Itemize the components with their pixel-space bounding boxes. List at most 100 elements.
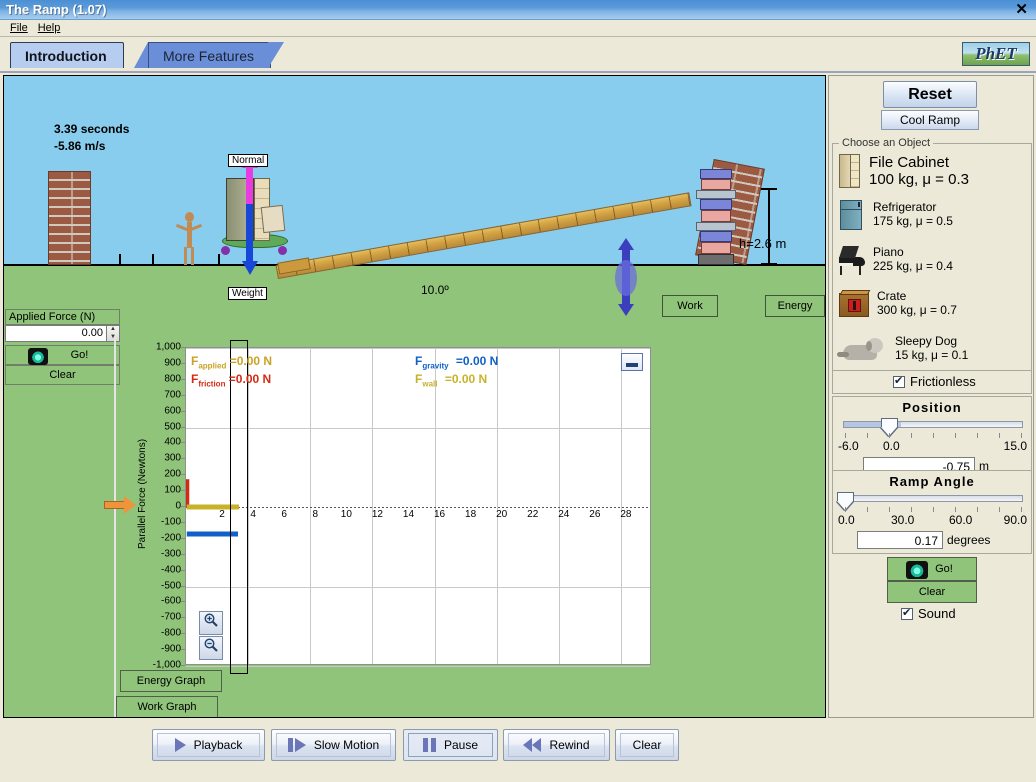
object-name: Refrigerator	[873, 200, 937, 215]
y-tick-label: 100	[164, 484, 181, 496]
y-tick-label: -900	[160, 643, 181, 655]
menu-item-file[interactable]: File	[10, 22, 28, 34]
panel-go-button[interactable]: Go!	[887, 557, 977, 581]
energy-button[interactable]: Energy	[765, 295, 825, 317]
dog-icon	[837, 333, 889, 365]
position-max-label: 15.0	[1003, 439, 1027, 453]
crate-icon	[837, 288, 871, 320]
playback-bar: Playback Slow Motion Pause Rewind Clear	[0, 722, 1036, 782]
control-panel: Reset Cool Ramp Choose an Object File Ca…	[828, 75, 1034, 718]
work-button[interactable]: Work	[662, 295, 718, 317]
sound-checkbox-row[interactable]: Sound	[901, 606, 956, 621]
velocity-readout: -5.86 m/s	[54, 139, 106, 153]
slow-motion-button[interactable]: Slow Motion	[271, 729, 396, 761]
ramp-handle-arrow-up[interactable]	[618, 238, 634, 250]
y-tick-label: 600	[164, 405, 181, 417]
object-item-crate[interactable]: Crate 300 kg, μ = 0.7	[837, 288, 1031, 320]
refrigerator-icon	[837, 198, 867, 232]
ramp-handle-arrow-down[interactable]	[618, 304, 634, 316]
ramp-angle-slider-ticks	[833, 507, 1031, 513]
pause-button[interactable]: Pause	[403, 729, 498, 761]
ramp-handle-grip[interactable]	[615, 260, 637, 296]
position-slider-track[interactable]	[843, 421, 1023, 428]
graph-zoom-out-button[interactable]	[199, 636, 223, 660]
graph-zoom-in-button[interactable]	[199, 611, 223, 635]
sound-checkbox[interactable]	[901, 606, 913, 620]
tab-introduction[interactable]: Introduction	[10, 42, 124, 68]
legend-f-applied-symbol: Fapplied	[191, 354, 227, 371]
frictionless-checkbox[interactable]	[893, 374, 905, 388]
phet-logo: PhET	[962, 42, 1030, 66]
y-tick-label: -800	[160, 627, 181, 639]
book-stack-item	[701, 242, 731, 254]
y-tick-label: -1,000	[152, 659, 181, 671]
x-tick-label: 16	[433, 509, 446, 520]
menu-item-help[interactable]: Help	[38, 22, 61, 34]
position-min-label: -6.0	[838, 439, 859, 453]
file-cabinet-object[interactable]	[218, 178, 290, 266]
clear-button[interactable]: Clear	[615, 729, 679, 761]
ramp-angle-readout: 10.0º	[421, 283, 449, 297]
y-tick-label: -600	[160, 595, 181, 607]
person-leg-right	[191, 247, 194, 265]
y-tick-label: -100	[160, 516, 181, 528]
sound-label: Sound	[918, 606, 956, 621]
applied-force-go-button[interactable]: Go!	[5, 345, 120, 365]
panel-divider	[114, 336, 116, 717]
x-tick-label: 10	[340, 509, 352, 520]
grid-line-horizontal	[186, 666, 650, 667]
person-torso	[187, 222, 192, 248]
object-item-piano[interactable]: Piano 225 kg, μ = 0.4	[837, 243, 1031, 277]
ramp-angle-value-input[interactable]: 0.17	[857, 531, 943, 549]
panel-clear-button[interactable]: Clear	[887, 581, 977, 603]
spinner-up-icon[interactable]: ▲	[107, 326, 119, 334]
height-measure-line	[768, 189, 770, 265]
y-tick-label: -500	[160, 580, 181, 591]
work-graph-button[interactable]: Work Graph	[116, 696, 218, 717]
x-tick-label: 2	[219, 509, 225, 520]
tab-more-features[interactable]: More Features	[148, 42, 272, 68]
book-stack-item	[700, 231, 732, 242]
object-item-sleepy-dog[interactable]: Sleepy Dog 15 kg, μ = 0.1	[837, 333, 1031, 365]
normal-label: Normal	[228, 154, 269, 167]
y-tick-label: 0	[175, 500, 181, 512]
tab-strip: More Features Introduction	[0, 37, 1036, 73]
graph-minimize-button[interactable]	[621, 353, 643, 371]
y-tick-label: 500	[164, 421, 181, 432]
simulation-canvas[interactable]: 3.39 seconds -5.86 m/s Normal Weight h=2…	[3, 75, 826, 718]
title-bar: The Ramp (1.07) ✕	[0, 0, 1036, 20]
applied-force-clear-button[interactable]: Clear	[5, 365, 120, 385]
legend-f-applied-value: =0.00 N	[229, 354, 273, 368]
object-name: Crate	[877, 289, 907, 304]
reset-button[interactable]: Reset	[883, 81, 977, 108]
rewind-button[interactable]: Rewind	[503, 729, 610, 761]
x-tick-label: 4	[250, 509, 256, 520]
cart-wheel-right	[278, 246, 287, 255]
cart-wheel-left	[221, 246, 230, 255]
height-label: h=2.6 m	[739, 236, 787, 251]
y-tick-mark	[181, 665, 185, 666]
object-name: File Cabinet	[869, 153, 950, 171]
y-tick-label: 900	[164, 357, 181, 369]
ramp-angle-slider-track[interactable]	[843, 495, 1023, 502]
y-tick-label: -200	[160, 532, 181, 544]
choose-object-group: Choose an Object File Cabinet 100 kg, μ …	[832, 137, 1032, 373]
spinner-down-icon[interactable]: ▼	[107, 334, 119, 342]
tab-more-features-label: More Features	[163, 47, 255, 64]
object-spec: 225 kg, μ = 0.4	[873, 259, 953, 273]
tab-notch-decoration-2	[268, 42, 284, 68]
applied-force-input[interactable]: 0.00	[5, 325, 107, 342]
object-item-refrigerator[interactable]: Refrigerator 175 kg, μ = 0.5	[837, 198, 1031, 232]
cool-ramp-button[interactable]: Cool Ramp	[881, 110, 979, 130]
fence-post	[119, 254, 121, 265]
x-tick-label: 20	[496, 509, 508, 520]
frictionless-checkbox-row[interactable]: Frictionless	[893, 374, 976, 389]
object-spec: 100 kg, μ = 0.3	[869, 171, 969, 188]
playback-button[interactable]: Playback	[152, 729, 265, 761]
book-stack-item	[700, 169, 732, 179]
energy-graph-button[interactable]: Energy Graph	[120, 670, 222, 692]
object-item-file-cabinet[interactable]: File Cabinet 100 kg, μ = 0.3	[837, 152, 1031, 190]
piano-icon	[837, 243, 867, 277]
close-icon[interactable]: ✕	[1015, 2, 1028, 18]
ramp-angle-mid1-label: 30.0	[891, 513, 915, 527]
